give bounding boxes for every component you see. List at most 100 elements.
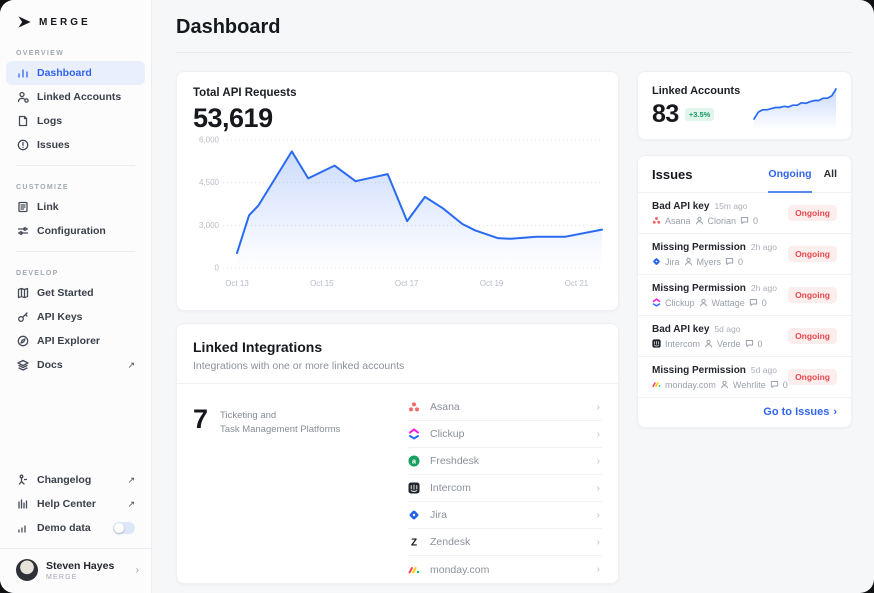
zendesk-logo-icon: Z: [408, 536, 420, 548]
issue-person: Wehrlite: [733, 380, 766, 390]
issue-row[interactable]: Missing Permission 2h ago Clickup Wattag…: [638, 275, 851, 316]
chevron-right-icon: ›: [597, 429, 602, 440]
linked-integrations-subtitle: Integrations with one or more linked acc…: [193, 360, 602, 372]
toggle-knob: [114, 523, 124, 533]
issue-time: 5d ago: [714, 324, 740, 334]
issue-row[interactable]: Missing Permission 2h ago Jira Myers 0: [638, 234, 851, 275]
clickup-logo-icon: [408, 428, 420, 440]
brand-name: MERGE: [39, 17, 91, 28]
clickup-logo-icon: [652, 298, 661, 307]
integration-row-monday[interactable]: monday.com ›: [408, 556, 602, 583]
issue-comment-count: 0: [783, 380, 788, 390]
integration-row-zendesk[interactable]: Z Zendesk ›: [408, 529, 602, 556]
key-icon: [16, 311, 29, 324]
go-to-issues-link[interactable]: Go to Issues ›: [638, 398, 851, 427]
integration-row-asana[interactable]: Asana ›: [408, 394, 602, 421]
issue-title: Bad API key: [652, 324, 709, 335]
sliders-icon: [16, 225, 29, 238]
issue-integration: Jira: [665, 257, 680, 267]
svg-text:0: 0: [215, 264, 220, 273]
person-icon: [720, 380, 729, 389]
linked-accounts-card: Linked Accounts 83 +3.5%: [637, 71, 852, 140]
section-label-overview: OVERVIEW: [0, 40, 151, 61]
delta-badge: +3.5%: [685, 108, 714, 121]
external-link-icon: ↗: [127, 475, 135, 486]
sidebar-item-label: Help Center: [37, 498, 96, 510]
category-line1: Ticketing and: [220, 410, 276, 421]
sidebar-item-api-keys[interactable]: API Keys: [6, 305, 145, 329]
chevron-right-icon: ›: [597, 402, 602, 413]
sidebar-item-get-started[interactable]: Get Started: [6, 281, 145, 305]
tab-ongoing[interactable]: Ongoing: [768, 156, 811, 193]
merge-logo-icon: [16, 14, 32, 30]
profile-menu[interactable]: Steven Hayes MERGE ›: [0, 548, 151, 583]
sidebar-item-issues[interactable]: Issues: [6, 133, 145, 157]
linked-integrations-title: Linked Integrations: [193, 339, 602, 355]
sidebar-item-dashboard[interactable]: Dashboard: [6, 61, 145, 85]
monday-logo-icon: [652, 380, 661, 389]
category-line2: Task Management Platforms: [220, 424, 340, 435]
section-label-customize: CUSTOMIZE: [0, 174, 151, 195]
issue-person: Myers: [697, 257, 722, 267]
linked-integrations-card: Linked Integrations Integrations with on…: [176, 323, 619, 584]
svg-text:Oct 21: Oct 21: [565, 279, 589, 288]
integration-row-jira[interactable]: Jira ›: [408, 502, 602, 529]
issue-time: 5d ago: [751, 365, 777, 375]
api-requests-line-chart: 6,0004,5003,0000Oct 13Oct 15Oct 17Oct 19…: [193, 134, 604, 292]
svg-text:Oct 15: Oct 15: [310, 279, 334, 288]
person-icon: [695, 216, 704, 225]
jira-logo-icon: [408, 509, 420, 521]
integration-row-clickup[interactable]: Clickup ›: [408, 421, 602, 448]
external-link-icon: ↗: [127, 499, 135, 510]
chevron-right-icon: ›: [597, 537, 602, 548]
demo-data-icon: [16, 522, 29, 535]
chevron-right-icon: ›: [833, 406, 837, 418]
integration-list: Asana › Clickup ›: [408, 394, 602, 583]
total-api-requests-card: Total API Requests 53,619 6,0004,5003,00…: [176, 71, 619, 311]
sidebar: MERGE OVERVIEW Dashboard Linked Accounts…: [0, 0, 152, 593]
issue-title: Bad API key: [652, 201, 709, 212]
issue-integration: Clickup: [665, 298, 695, 308]
sidebar-item-label: Demo data: [37, 522, 91, 534]
demo-data-toggle[interactable]: [113, 522, 135, 534]
asana-logo-icon: [652, 216, 661, 225]
sidebar-item-demo-data[interactable]: Demo data: [6, 516, 145, 540]
comment-icon: [770, 380, 779, 389]
sidebar-item-configuration[interactable]: Configuration: [6, 219, 145, 243]
sidebar-item-changelog[interactable]: Changelog ↗: [6, 468, 145, 492]
issue-comment-count: 0: [762, 298, 767, 308]
tab-all[interactable]: All: [824, 156, 837, 193]
sidebar-item-api-explorer[interactable]: API Explorer: [6, 329, 145, 353]
integration-row-intercom[interactable]: Intercom ›: [408, 475, 602, 502]
page-title: Dashboard: [176, 16, 852, 53]
sidebar-item-label: API Explorer: [37, 335, 100, 347]
user-link-icon: [16, 91, 29, 104]
issue-row[interactable]: Bad API key 5d ago Intercom Verde 0: [638, 316, 851, 357]
sidebar-item-linked-accounts[interactable]: Linked Accounts: [6, 85, 145, 109]
integration-name: Asana: [430, 401, 460, 413]
svg-text:Z: Z: [411, 537, 417, 548]
sidebar-item-logs[interactable]: Logs: [6, 109, 145, 133]
sidebar-item-link[interactable]: Link: [6, 195, 145, 219]
linked-accounts-title: Linked Accounts: [652, 85, 753, 97]
section-label-develop: DEVELOP: [0, 260, 151, 281]
sidebar-divider: [16, 165, 135, 166]
intercom-logo-icon: [652, 339, 661, 348]
intercom-logo-icon: [408, 482, 420, 494]
sidebar-item-help-center[interactable]: Help Center ↗: [6, 492, 145, 516]
linked-accounts-sparkline: [753, 85, 837, 130]
issue-row[interactable]: Bad API key 15m ago Asana Clorian 0: [638, 193, 851, 234]
issue-comment-count: 0: [753, 216, 758, 226]
integration-name: Intercom: [430, 482, 471, 494]
map-icon: [16, 287, 29, 300]
help-center-icon: [16, 498, 29, 511]
chevron-right-icon: ›: [597, 483, 602, 494]
alert-circle-icon: [16, 139, 29, 152]
changelog-icon: [16, 474, 29, 487]
app-window: MERGE OVERVIEW Dashboard Linked Accounts…: [0, 0, 874, 593]
sidebar-item-docs[interactable]: Docs ↗: [6, 353, 145, 377]
comment-icon: [749, 298, 758, 307]
issue-row[interactable]: Missing Permission 5d ago monday.com Weh…: [638, 357, 851, 398]
sidebar-item-label: Docs: [37, 359, 63, 371]
integration-row-freshdesk[interactable]: a Freshdesk ›: [408, 448, 602, 475]
